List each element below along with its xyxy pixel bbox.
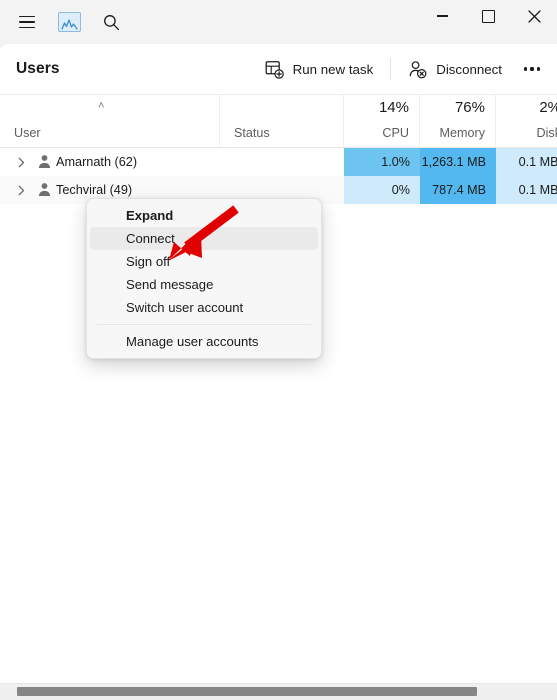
disk-total-percent: 2% [539, 99, 557, 116]
search-icon [103, 14, 119, 30]
more-options-button[interactable] [515, 53, 549, 85]
minimize-icon [436, 15, 448, 17]
expand-chevron-icon[interactable] [16, 155, 26, 169]
column-header-status-label: Status [234, 126, 270, 140]
user-name-label: Amarnath (62) [56, 155, 138, 169]
cpu-cell: 0% [344, 176, 420, 204]
new-task-icon [265, 60, 284, 79]
expand-chevron-icon[interactable] [16, 183, 26, 197]
close-button[interactable] [511, 0, 557, 32]
minimize-button[interactable] [419, 0, 465, 32]
table-header-row: ˄ User Status 14% CPU 76% Memory 2% Disk [0, 94, 557, 148]
context-menu-item-manage-user-accounts[interactable]: Manage user accounts [90, 330, 318, 353]
user-glyph [38, 183, 51, 196]
column-header-memory[interactable]: 76% Memory [420, 95, 496, 147]
page-title: Users [16, 60, 60, 77]
title-bar [0, 0, 557, 44]
memory-cell: 1,263.1 MB [420, 148, 496, 176]
user-cell[interactable]: Amarnath (62) [0, 148, 220, 176]
maximize-icon [481, 9, 495, 23]
context-menu-item-expand[interactable]: Expand [90, 203, 318, 227]
column-header-cpu-label: CPU [382, 126, 409, 140]
context-menu-item-connect[interactable]: Connect [90, 227, 318, 250]
more-options-icon [524, 67, 528, 71]
column-header-disk[interactable]: 2% Disk [496, 95, 557, 147]
search-button[interactable] [90, 5, 132, 39]
user-account-icon [38, 154, 51, 172]
disk-cell: 0.1 MB/ [496, 176, 557, 204]
run-new-task-label: Run new task [292, 61, 374, 77]
context-menu-item-sign-off[interactable]: Sign off [90, 250, 318, 273]
column-header-user[interactable]: ˄ User [0, 95, 220, 147]
command-bar-separator [390, 58, 392, 80]
command-bar: Users Run new task Disconnect [0, 44, 557, 94]
column-header-status[interactable]: Status [220, 95, 344, 147]
disk-cell: 0.1 MB/ [496, 148, 557, 176]
context-menu-separator [97, 324, 311, 325]
context-menu-item-send-message[interactable]: Send message [90, 273, 318, 296]
more-options-icon [530, 67, 534, 71]
hamburger-icon [19, 16, 35, 28]
title-bar-left-tools [0, 0, 132, 44]
context-menu-item-switch-user-account[interactable]: Switch user account [90, 296, 318, 319]
column-header-disk-label: Disk [536, 126, 557, 140]
command-bar-actions: Run new task Disconnect [255, 51, 549, 87]
cpu-total-percent: 14% [378, 99, 409, 116]
chevron-right-icon [18, 157, 24, 167]
column-header-memory-label: Memory [439, 126, 485, 140]
table-body: Amarnath (62) 1.0% 1,263.1 MB 0.1 MB/ [0, 148, 557, 204]
cpu-cell: 1.0% [344, 148, 420, 176]
window-controls [419, 0, 557, 44]
chart-line-glyph [60, 19, 78, 30]
memory-total-percent: 76% [454, 99, 485, 116]
performance-summary-button[interactable] [48, 5, 90, 39]
sort-ascending-icon: ˄ [98, 100, 105, 112]
column-header-user-label: User [14, 126, 41, 140]
disconnect-button[interactable]: Disconnect [398, 53, 512, 85]
user-context-menu: Expand Connect Sign off Send message Swi… [86, 198, 322, 359]
maximize-button[interactable] [465, 0, 511, 32]
chevron-right-icon [18, 185, 24, 195]
user-account-icon [38, 182, 51, 200]
horizontal-scrollbar[interactable] [0, 683, 557, 700]
column-header-cpu[interactable]: 14% CPU [344, 95, 420, 147]
hamburger-menu-button[interactable] [6, 5, 48, 39]
status-cell [220, 148, 344, 176]
disconnect-label: Disconnect [436, 61, 502, 77]
horizontal-scrollbar-thumb[interactable] [17, 687, 477, 696]
table-row[interactable]: Amarnath (62) 1.0% 1,263.1 MB 0.1 MB/ [0, 148, 557, 176]
user-glyph [38, 155, 51, 168]
memory-cell: 787.4 MB [420, 176, 496, 204]
disconnect-user-icon [409, 60, 427, 78]
run-new-task-button[interactable]: Run new task [255, 53, 384, 85]
users-table: ˄ User Status 14% CPU 76% Memory 2% Disk [0, 94, 557, 204]
more-options-icon [536, 67, 540, 71]
task-manager-window: Users Run new task Disconnect ˄ User Sta… [0, 0, 557, 700]
close-icon [527, 9, 541, 23]
performance-chart-icon [57, 12, 81, 32]
content-panel: Users Run new task Disconnect ˄ User Sta… [0, 44, 557, 700]
